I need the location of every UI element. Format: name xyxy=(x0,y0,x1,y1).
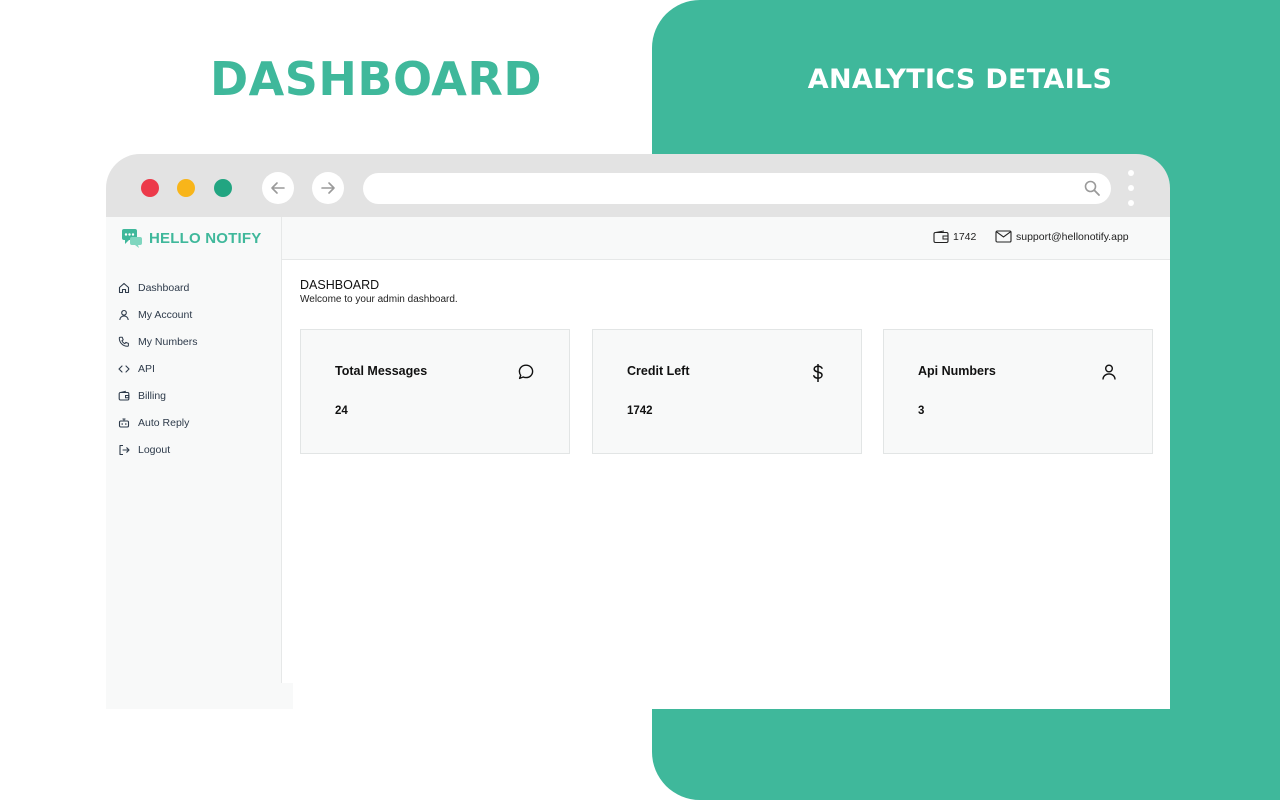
sidebar-item-label: Auto Reply xyxy=(138,416,190,429)
app-viewport: HELLO NOTIFY Dashboard My Account My Num… xyxy=(106,217,1170,709)
banner-left-title: DASHBOARD xyxy=(209,52,543,106)
robot-icon xyxy=(118,418,130,428)
support-email-text: support@hellonotify.app xyxy=(1016,230,1129,243)
promo-stage: DASHBOARD ANALYTICS DETAILS HELLO NOTIFY… xyxy=(0,0,1280,800)
sidebar-footer-strip xyxy=(106,683,293,709)
kebab-dot xyxy=(1128,200,1134,206)
search-icon[interactable] xyxy=(1083,179,1101,197)
page-subtitle: Welcome to your admin dashboard. xyxy=(300,294,458,305)
sidebar: HELLO NOTIFY Dashboard My Account My Num… xyxy=(106,217,282,683)
chat-logo-icon xyxy=(122,229,142,248)
browser-window: HELLO NOTIFY Dashboard My Account My Num… xyxy=(106,154,1170,709)
forward-button[interactable] xyxy=(312,172,344,204)
sidebar-item-my-account[interactable]: My Account xyxy=(118,301,198,328)
home-icon xyxy=(118,282,130,293)
address-bar[interactable] xyxy=(363,173,1111,204)
window-minimize-dot[interactable] xyxy=(177,179,195,197)
code-icon xyxy=(118,364,130,373)
window-close-dot[interactable] xyxy=(141,179,159,197)
stat-card-value: 24 xyxy=(335,405,348,417)
logout-icon xyxy=(119,444,130,455)
browser-toolbar xyxy=(106,154,1170,217)
sidebar-item-label: My Account xyxy=(138,308,193,321)
main-content: DASHBOARD Welcome to your admin dashboar… xyxy=(282,260,1170,709)
sidebar-menu: Dashboard My Account My Numbers API Bill… xyxy=(118,274,198,463)
credit-balance-value: 1742 xyxy=(953,231,977,243)
phone-icon xyxy=(118,336,129,347)
wallet-icon xyxy=(933,230,949,244)
stat-card-label: Total Messages xyxy=(335,364,428,378)
dollar-icon xyxy=(813,364,823,382)
stat-card-api-numbers[interactable]: Api Numbers 3 xyxy=(883,329,1153,454)
sidebar-item-label: Dashboard xyxy=(138,281,190,294)
chat-bubble-icon xyxy=(518,364,534,380)
stat-card-value: 3 xyxy=(918,405,925,417)
brand-logo[interactable]: HELLO NOTIFY xyxy=(121,228,261,248)
stat-card-value: 1742 xyxy=(627,405,653,417)
sidebar-item-my-numbers[interactable]: My Numbers xyxy=(118,328,198,355)
wallet-icon xyxy=(118,390,130,401)
sidebar-item-api[interactable]: API xyxy=(118,355,198,382)
sidebar-item-billing[interactable]: Billing xyxy=(118,382,198,409)
kebab-dot xyxy=(1128,170,1134,176)
sidebar-item-logout[interactable]: Logout xyxy=(118,436,198,463)
page-title: DASHBOARD xyxy=(300,278,380,292)
address-input[interactable] xyxy=(377,173,1077,204)
window-maximize-dot[interactable] xyxy=(214,179,232,197)
sidebar-item-auto-reply[interactable]: Auto Reply xyxy=(118,409,198,436)
back-button[interactable] xyxy=(262,172,294,204)
sidebar-item-label: My Numbers xyxy=(138,335,198,348)
arrow-left-icon xyxy=(271,182,285,194)
stat-card-label: Credit Left xyxy=(627,364,690,378)
mail-icon xyxy=(995,230,1012,243)
arrow-right-icon xyxy=(321,182,335,194)
user-icon xyxy=(1102,364,1116,380)
kebab-dot xyxy=(1128,185,1134,191)
stat-card-credit-left[interactable]: Credit Left 1742 xyxy=(592,329,862,454)
browser-menu-button[interactable] xyxy=(1124,170,1138,206)
credit-balance[interactable]: 1742 xyxy=(933,230,976,244)
banner-right-title: ANALYTICS DETAILS xyxy=(807,64,1113,95)
brand-name: HELLO NOTIFY xyxy=(149,229,262,247)
user-icon xyxy=(119,309,129,320)
stat-card-total-messages[interactable]: Total Messages 24 xyxy=(300,329,570,454)
top-bar: 1742 support@hellonotify.app xyxy=(282,217,1170,260)
sidebar-item-dashboard[interactable]: Dashboard xyxy=(118,274,198,301)
sidebar-item-label: API xyxy=(138,362,155,375)
stat-card-label: Api Numbers xyxy=(918,364,996,378)
sidebar-item-label: Billing xyxy=(138,389,167,402)
support-email[interactable]: support@hellonotify.app xyxy=(995,230,1129,243)
sidebar-item-label: Logout xyxy=(138,443,171,456)
